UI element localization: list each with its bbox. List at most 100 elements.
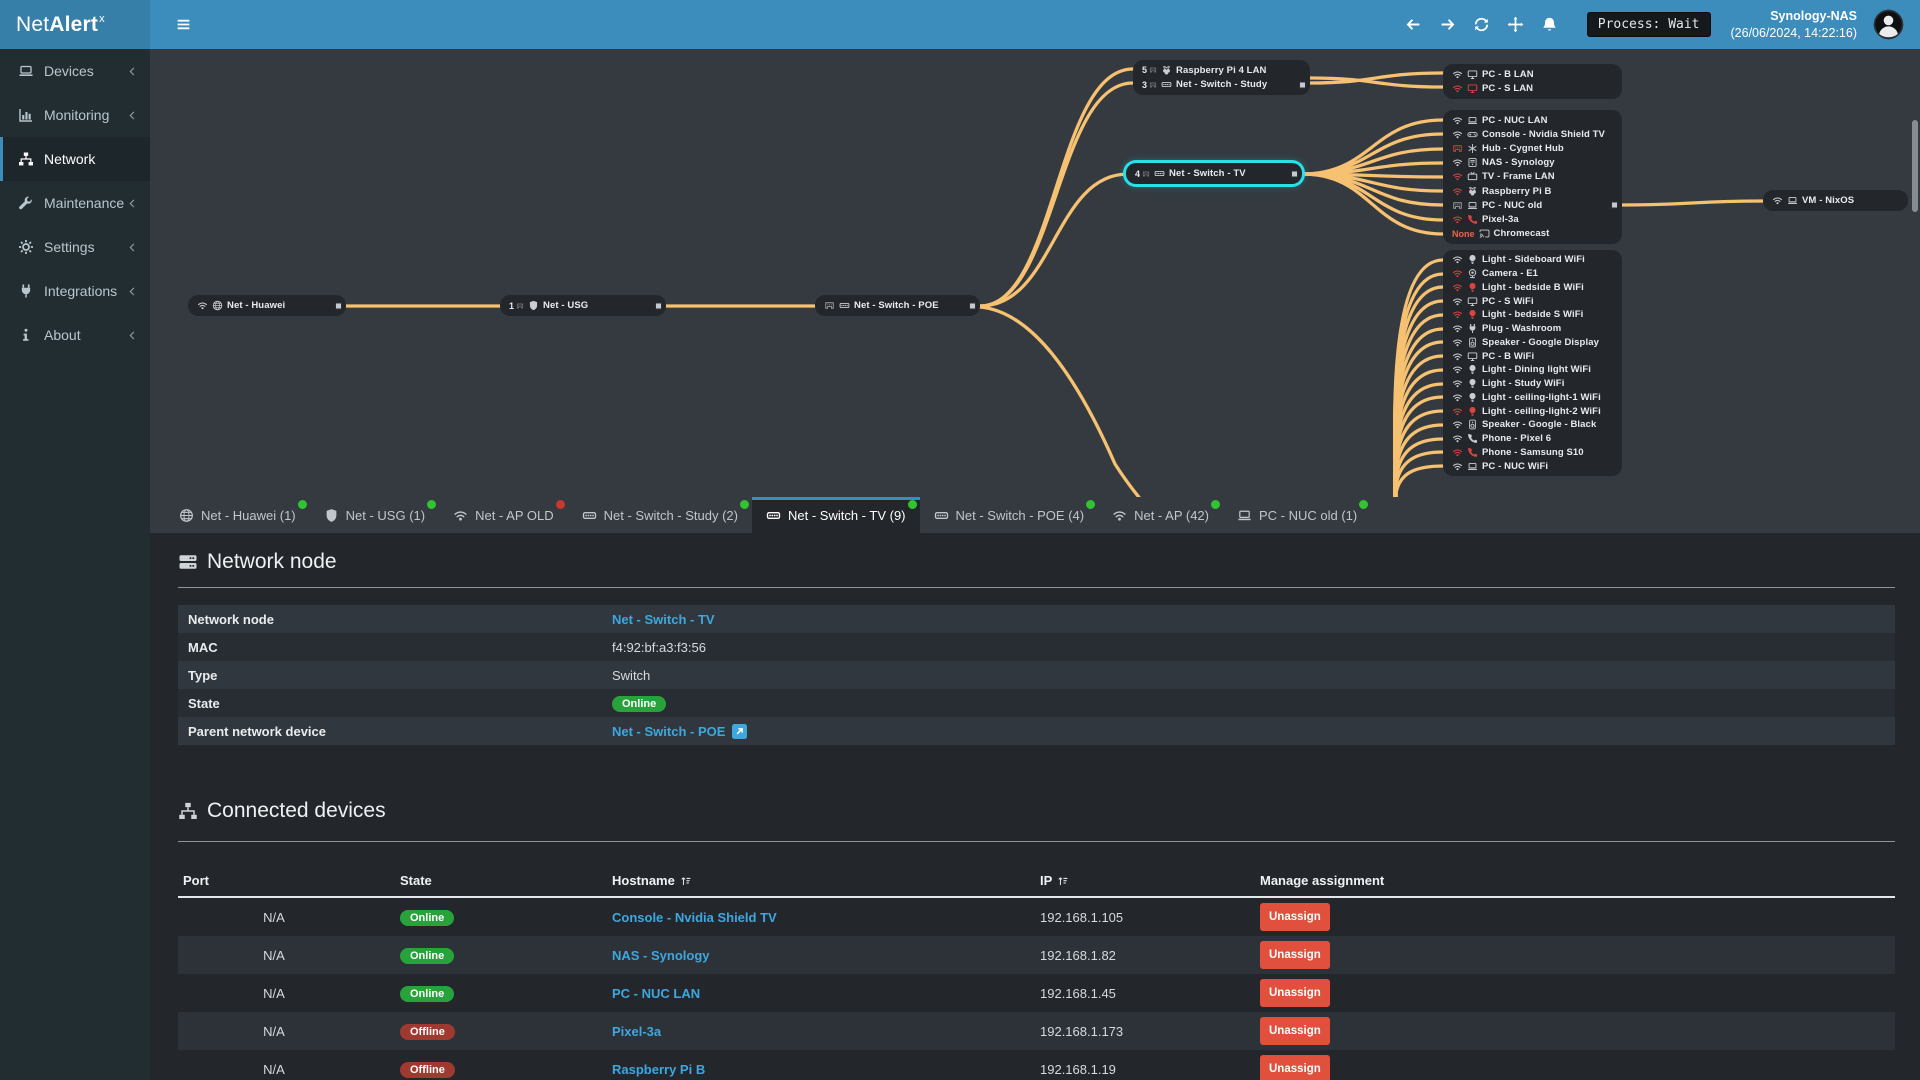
tab-net-ap-42[interactable]: Net - AP (42) xyxy=(1098,497,1223,533)
topology-node-pc-nuc-wifi[interactable]: PC - NUC WiFi xyxy=(1443,459,1622,473)
user-avatar[interactable] xyxy=(1873,9,1904,40)
node-connector xyxy=(1611,201,1618,209)
topology-node-phone-samsung-s10[interactable]: Phone - Samsung S10 xyxy=(1443,446,1622,460)
topology-node-plug-washroom[interactable]: Plug - Washroom xyxy=(1443,322,1622,336)
topology-node-tv-frame-lan[interactable]: TV - Frame LAN xyxy=(1443,170,1622,184)
node-link[interactable]: Net - Switch - TV xyxy=(612,612,715,627)
device-label: Phone - Samsung S10 xyxy=(1482,446,1584,458)
topology-node-hub-cygnet-hub[interactable]: Hub - Cygnet Hub xyxy=(1443,141,1622,155)
topology-node-light-study-wifi[interactable]: Light - Study WiFi xyxy=(1443,377,1622,391)
topology-node-net-switch-poe[interactable]: Net - Switch - POE xyxy=(815,295,980,316)
topology-node-light-ceiling-light-1-wifi[interactable]: Light - ceiling-light-1 WiFi xyxy=(1443,391,1622,405)
topology-node-speaker-google-display[interactable]: Speaker - Google Display xyxy=(1443,336,1622,350)
phone-icon xyxy=(1467,214,1478,225)
topology-node-pc-nuc-lan[interactable]: PC - NUC LAN xyxy=(1443,113,1622,127)
device-label: Console - Nvidia Shield TV xyxy=(1482,128,1605,140)
topology-node-pc-nuc-old[interactable]: PC - NUC old xyxy=(1443,198,1622,212)
unassign-button[interactable]: Unassign xyxy=(1260,979,1330,1007)
network-node-tabs: Net - Huawei (1) Net - USG (1) Net - AP OL… xyxy=(150,497,1920,533)
tab-net-switch-poe-4[interactable]: Net - Switch - POE (4) xyxy=(920,497,1099,533)
topology-node-net-huawei[interactable]: Net - Huawei xyxy=(188,295,346,316)
fullscreen-move-button[interactable] xyxy=(1501,10,1531,40)
status-dot-green xyxy=(1086,500,1096,509)
parent-node-link[interactable]: Net - Switch - POE xyxy=(612,724,725,739)
app-logo[interactable]: Net Alert x xyxy=(0,0,150,49)
unassign-button[interactable]: Unassign xyxy=(1260,1017,1330,1045)
topology-node-pc-s-lan[interactable]: PC - S LAN xyxy=(1443,82,1622,97)
topology-node-net-switch-tv[interactable]: 4 Net - Switch - TV xyxy=(1126,163,1302,184)
hamburger-icon xyxy=(175,16,192,33)
tab-pc-nuc-old-1[interactable]: PC - NUC old (1) xyxy=(1223,497,1371,533)
topology-node-chromecast[interactable]: None Chromecast xyxy=(1443,227,1622,241)
detail-value: f4:92:bf:a3:f3:56 xyxy=(612,639,706,655)
refresh-icon xyxy=(1473,16,1490,33)
topology-node-light-bedside-s-wifi[interactable]: Light - bedside S WiFi xyxy=(1443,308,1622,322)
hostname-link[interactable]: NAS - Synology xyxy=(612,948,710,963)
topology-node-console-nvidia-shield-tv[interactable]: Console - Nvidia Shield TV xyxy=(1443,127,1622,141)
column-header-hostname[interactable]: Hostname xyxy=(612,873,1040,888)
topology-node-phone-pixel-6[interactable]: Phone - Pixel 6 xyxy=(1443,432,1622,446)
topology-node-pc-b-wifi[interactable]: PC - B WiFi xyxy=(1443,349,1622,363)
topology-node-speaker-google-black[interactable]: Speaker - Google - Black xyxy=(1443,418,1622,432)
device-label: Net - Switch - POE xyxy=(854,300,939,311)
topology-node-camera-e1[interactable]: Camera - E1 xyxy=(1443,267,1622,281)
topology-node-pc-b-lan[interactable]: PC - B LAN xyxy=(1443,67,1622,82)
hostname-link[interactable]: PC - NUC LAN xyxy=(612,986,700,1001)
topology-node-net-usg[interactable]: 1 Net - USG xyxy=(500,295,666,316)
tab-label: Net - Switch - POE (4) xyxy=(955,507,1085,523)
ethernet-port-icon xyxy=(516,302,524,310)
sidebar-item-devices[interactable]: Devices xyxy=(0,49,150,93)
topology-node-pc-s-wifi[interactable]: PC - S WiFi xyxy=(1443,294,1622,308)
fullscreen-move-icon xyxy=(1507,16,1524,33)
tab-net-switch-tv-9[interactable]: Net - Switch - TV (9) xyxy=(752,497,920,533)
unassign-button[interactable]: Unassign xyxy=(1260,1055,1330,1080)
device-label: Light - Study WiFi xyxy=(1482,378,1565,390)
topology-node-light-bedside-b-wifi[interactable]: Light - bedside B WiFi xyxy=(1443,281,1622,295)
camera-icon xyxy=(1467,268,1478,279)
detail-label: MAC xyxy=(188,639,218,655)
topology-node-raspberry-pi-4-lan[interactable]: 5 Raspberry Pi 4 LAN xyxy=(1133,63,1310,78)
unassign-button[interactable]: Unassign xyxy=(1260,903,1330,931)
topology-node-raspberry-pi-b[interactable]: Raspberry Pi B xyxy=(1443,184,1622,198)
external-link-icon[interactable] xyxy=(732,724,747,739)
hostname-link[interactable]: Raspberry Pi B xyxy=(612,1062,705,1077)
sidebar-item-label: Settings xyxy=(44,239,95,255)
topology-node-pixel-3a[interactable]: Pixel-3a xyxy=(1443,212,1622,226)
sidebar-toggle-button[interactable] xyxy=(166,8,200,42)
sidebar-item-settings[interactable]: Settings xyxy=(0,225,150,269)
column-header-ip[interactable]: IP xyxy=(1040,873,1260,888)
refresh-button[interactable] xyxy=(1467,10,1497,40)
device-label: NAS - Synology xyxy=(1482,157,1555,169)
notifications-button[interactable] xyxy=(1535,10,1565,40)
sidebar-item-maintenance[interactable]: Maintenance xyxy=(0,181,150,225)
device-row-console-nvidia-shield-tv: N/A Online Console - Nvidia Shield TV 192.1… xyxy=(178,898,1895,936)
tab-net-ap-old[interactable]: Net - AP OLD xyxy=(439,497,568,533)
hostname-link[interactable]: Console - Nvidia Shield TV xyxy=(612,910,777,925)
back-arrow-button[interactable] xyxy=(1399,10,1429,40)
topology-node-net-switch-study[interactable]: 3 Net - Switch - Study xyxy=(1133,78,1310,93)
sidebar-item-network[interactable]: Network xyxy=(0,137,150,181)
tab-net-usg-1[interactable]: Net - USG (1) xyxy=(310,497,439,533)
bulb-icon xyxy=(1467,364,1478,375)
tab-net-switch-study-2[interactable]: Net - Switch - Study (2) xyxy=(568,497,752,533)
topology-node-light-sideboard-wifi[interactable]: Light - Sideboard WiFi xyxy=(1443,253,1622,267)
chevron-left-icon xyxy=(127,242,138,253)
topology-node-vm-nixos[interactable]: VM - NixOS xyxy=(1763,190,1908,211)
forward-arrow-button[interactable] xyxy=(1433,10,1463,40)
sidebar-item-monitoring[interactable]: Monitoring xyxy=(0,93,150,137)
switch-icon xyxy=(766,508,781,523)
tab-net-huawei-1[interactable]: Net - Huawei (1) xyxy=(165,497,310,533)
wifi-icon xyxy=(1452,323,1463,334)
hostname-link[interactable]: Pixel-3a xyxy=(612,1024,661,1039)
ethernet-port-icon xyxy=(1149,66,1157,74)
sidebar-item-integrations[interactable]: Integrations xyxy=(0,269,150,313)
topology-node-light-dining-light-wifi[interactable]: Light - Dining light WiFi xyxy=(1443,363,1622,377)
device-row-pc-nuc-lan: N/A Online PC - NUC LAN 192.168.1.45 Unassig… xyxy=(178,974,1895,1012)
sidebar-item-about[interactable]: About xyxy=(0,313,150,357)
status-dot-green xyxy=(1211,500,1220,509)
topology-node-nas-synology[interactable]: NAS - Synology xyxy=(1443,156,1622,170)
unassign-button[interactable]: Unassign xyxy=(1260,941,1330,969)
scrollbar-thumb[interactable] xyxy=(1912,120,1918,212)
topology-node-light-ceiling-light-2-wifi[interactable]: Light - ceiling-light-2 WiFi xyxy=(1443,404,1622,418)
node-connector xyxy=(1299,81,1306,89)
